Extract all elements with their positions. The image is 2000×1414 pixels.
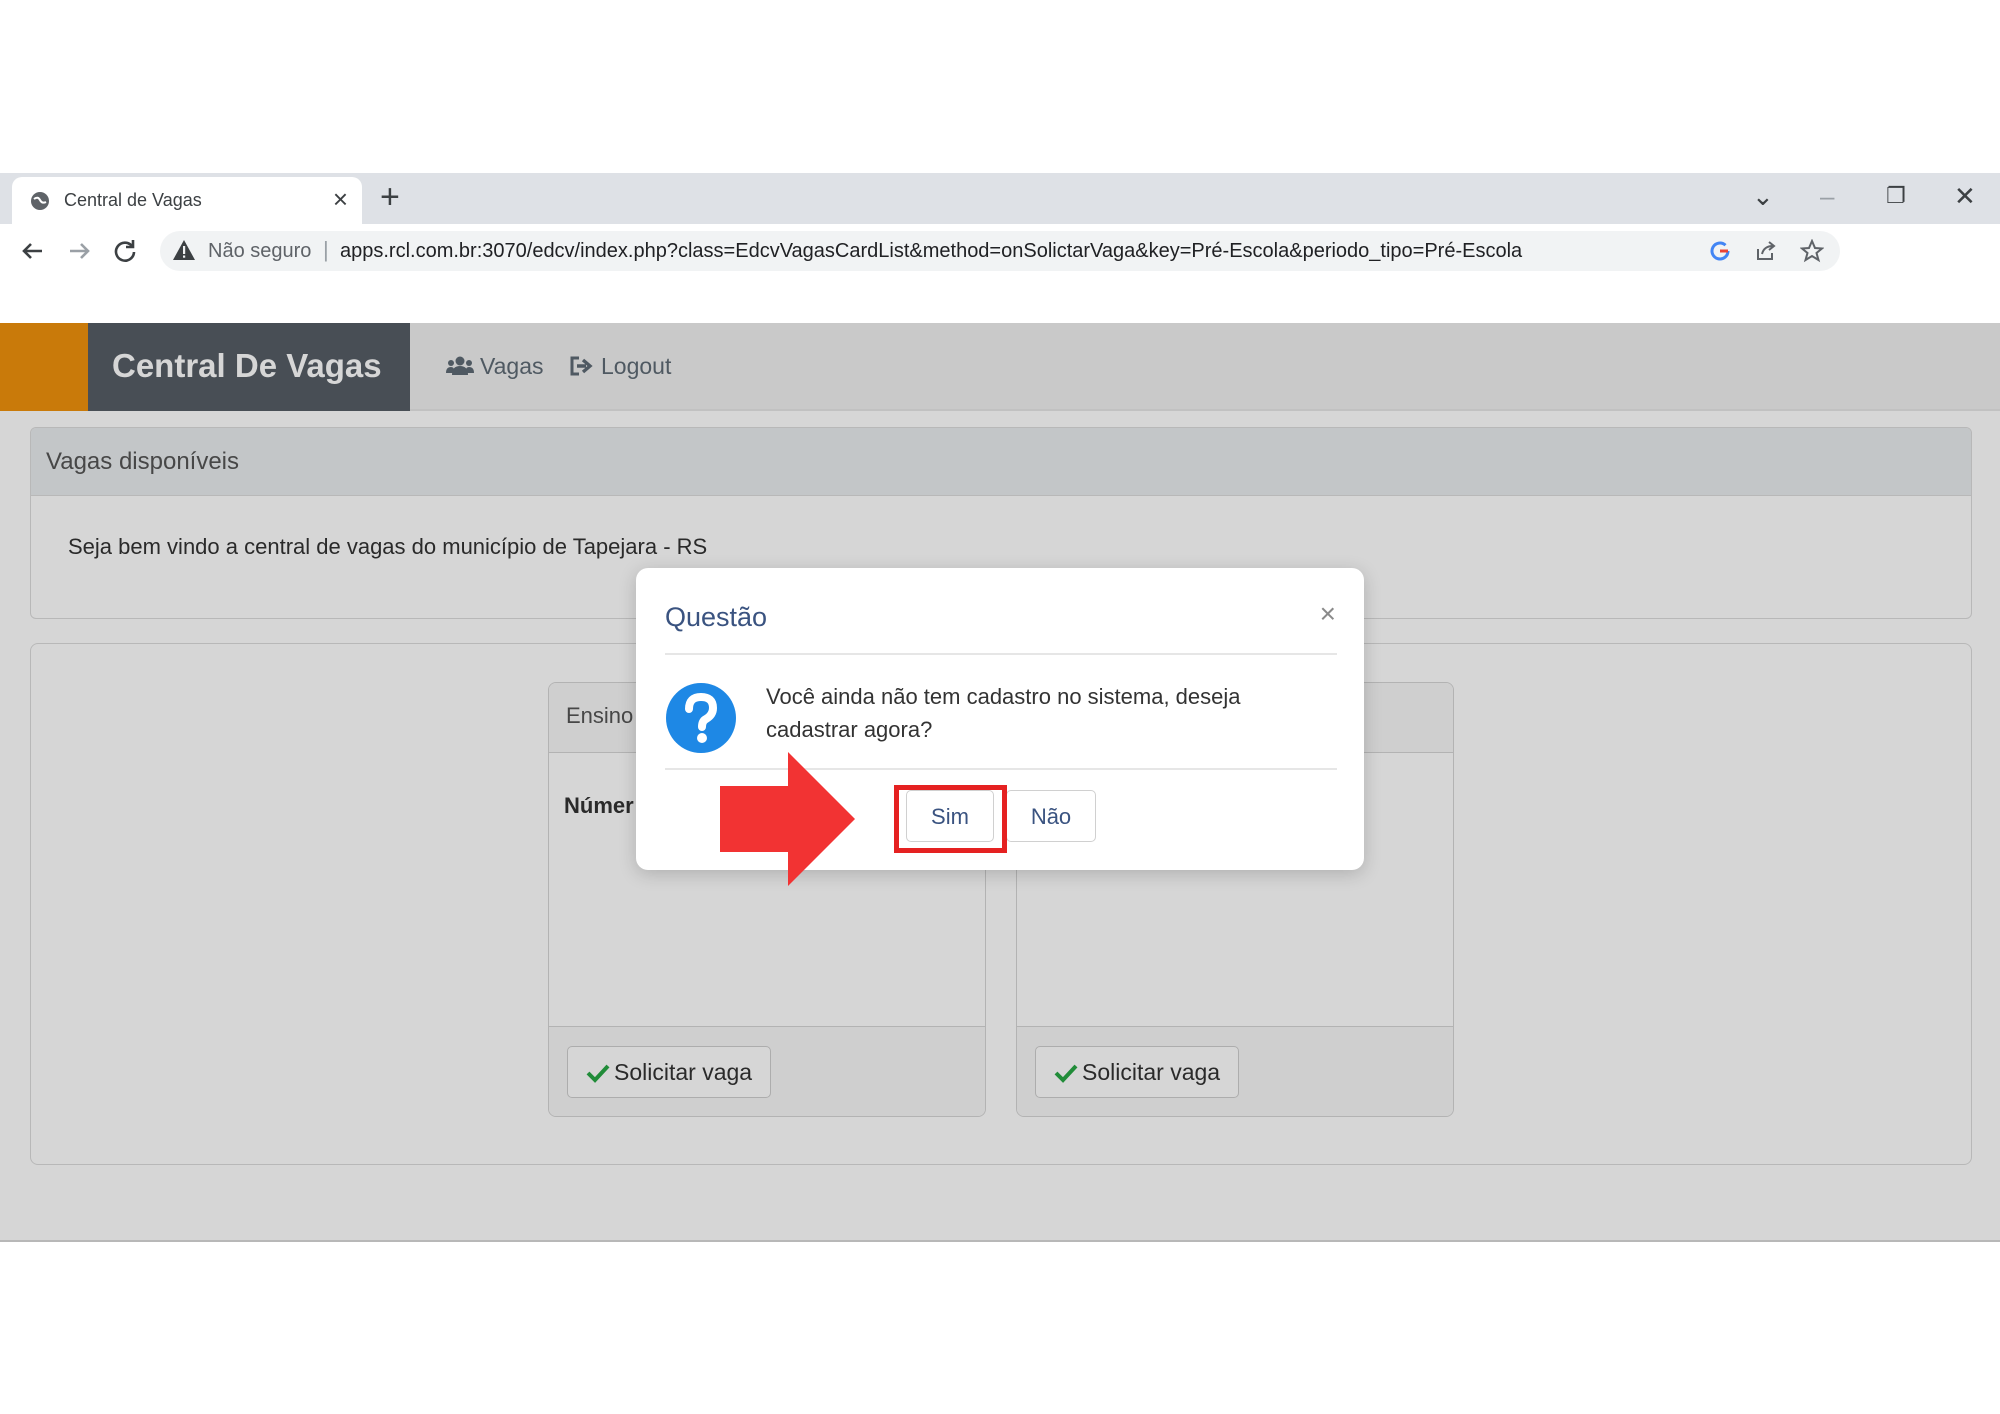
url-text[interactable]: apps.rcl.com.br:3070/edcv/index.php?clas… [340,240,1522,263]
forward-arrow-icon[interactable] [64,236,94,266]
dialog-title: Questão [665,602,768,632]
tab-strip: Central de Vagas × + ⌄ – ❐ ✕ [0,173,2000,224]
not-secure-label[interactable]: Não seguro [208,240,311,263]
web-page: Central De Vagas Vagas Logout Vagas disp… [0,323,2000,1241]
minimize-button[interactable]: – [1820,183,1834,209]
question-circle-icon [666,683,736,753]
cancel-no-button[interactable]: Não [1006,790,1096,842]
new-tab-button[interactable]: + [380,179,400,215]
google-icon[interactable] [1708,239,1732,263]
browser-window: Central de Vagas × + ⌄ – ❐ ✕ Não seguro … [0,173,2000,1241]
globe-icon [31,192,49,210]
highlight-box [894,785,1007,853]
tab-close-icon[interactable]: × [333,186,348,212]
red-arrow-annotation [720,752,855,886]
browser-tab[interactable]: Central de Vagas × [12,177,362,224]
bookmark-star-icon[interactable] [1800,239,1824,263]
dialog-message: Você ainda não tem cadastro no sistema, … [766,684,1241,742]
restore-button[interactable]: ❐ [1886,183,1906,209]
dialog-divider [665,653,1337,655]
warning-triangle-icon [173,240,195,260]
tab-title: Central de Vagas [64,190,202,210]
close-window-button[interactable]: ✕ [1954,183,1976,209]
browser-toolbar: Não seguro | apps.rcl.com.br:3070/edcv/i… [0,224,2000,278]
tab-search-chevron-icon[interactable]: ⌄ [1752,183,1774,209]
screenshot-bottom-edge [0,1240,2000,1242]
url-separator: | [323,237,329,262]
dialog-close-icon[interactable]: × [1320,600,1336,628]
share-icon[interactable] [1754,239,1778,263]
address-bar[interactable]: Não seguro | apps.rcl.com.br:3070/edcv/i… [160,231,1840,271]
back-arrow-icon[interactable] [18,236,48,266]
reload-icon[interactable] [110,236,140,266]
